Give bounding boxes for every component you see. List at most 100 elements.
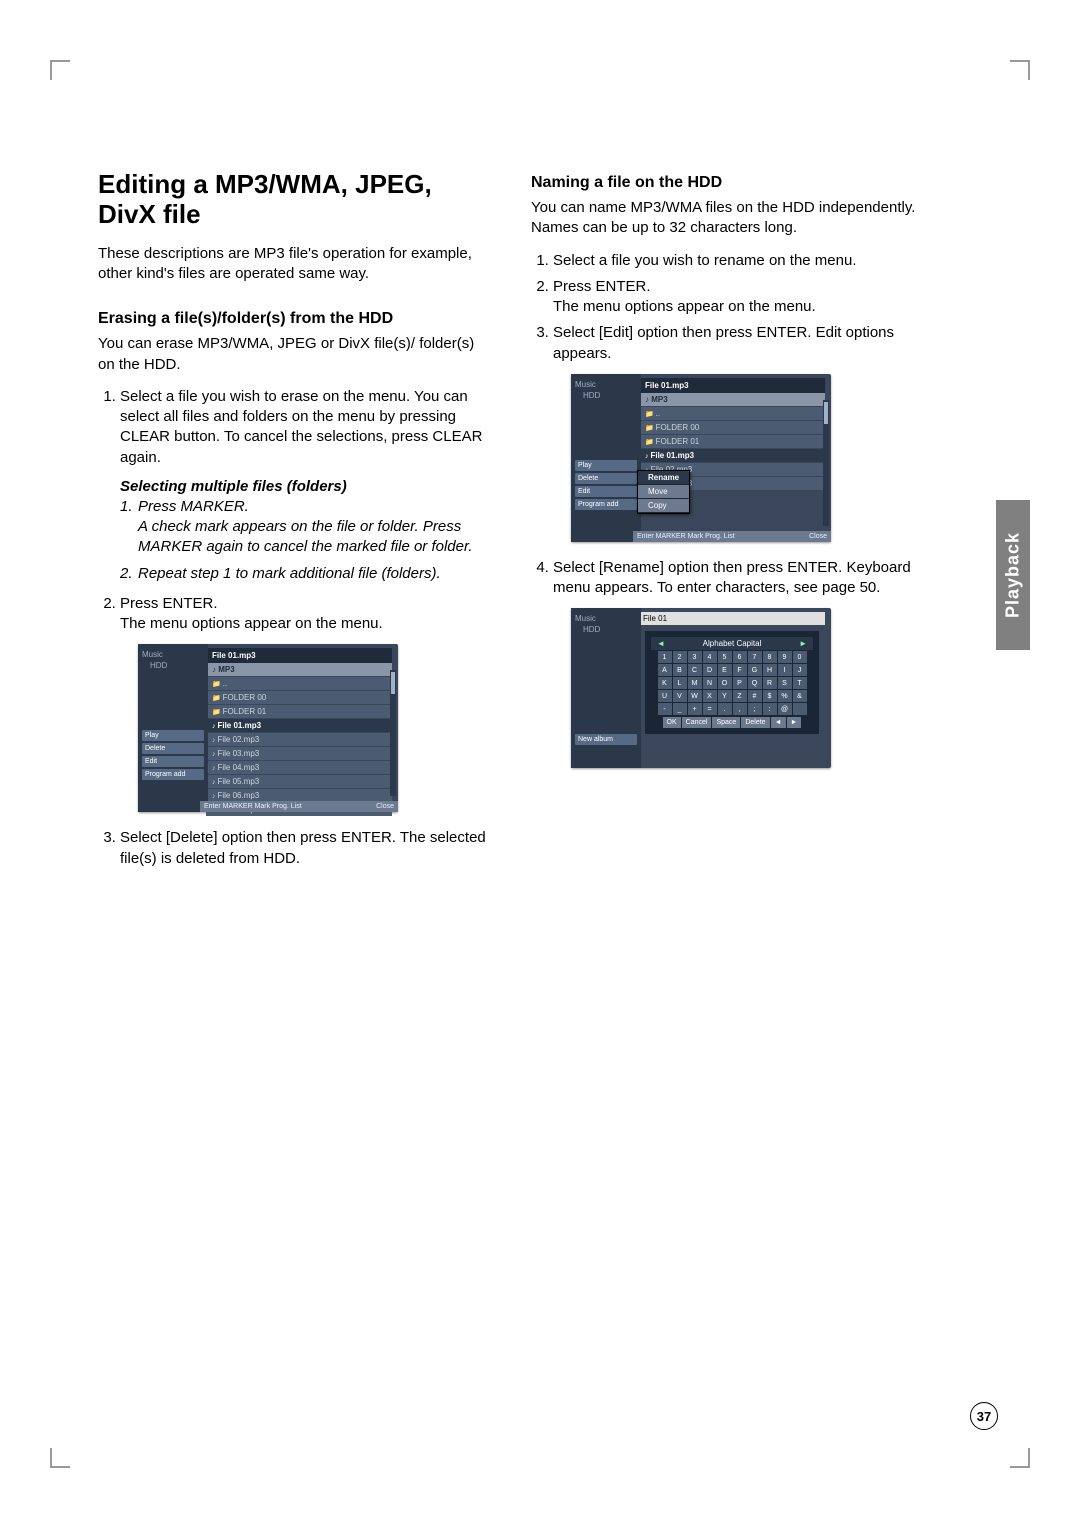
- naming-step-2: Press ENTER. The menu options appear on …: [553, 277, 928, 318]
- shot3-key: P: [733, 677, 747, 689]
- shot1-row: FOLDER 00: [206, 691, 392, 704]
- shot3-key: U: [658, 690, 672, 702]
- shot1-row: File 05.mp3: [206, 775, 392, 788]
- shot1-row: File 04.mp3: [206, 761, 392, 774]
- naming-step-2a: Press ENTER.: [553, 278, 651, 295]
- shot3-kb-btn: Space: [712, 717, 740, 728]
- shot3-side-music: Music: [575, 614, 637, 623]
- naming-desc: You can name MP3/WMA files on the HDD in…: [531, 198, 928, 239]
- naming-step-3: Select [Edit] option then press ENTER. E…: [553, 323, 928, 364]
- shot3-kb-title: ◄ Alphabet Capital ►: [651, 637, 813, 650]
- shot3-key: ,: [733, 703, 747, 715]
- shot2-row: File 01.mp3: [639, 449, 825, 462]
- naming-step-1: Select a file you wish to rename on the …: [553, 251, 928, 271]
- shot1-row: File 03.mp3: [206, 747, 392, 760]
- shot3-key: .: [718, 703, 732, 715]
- shot3-kb-btn: ►: [787, 717, 802, 728]
- shot1-sidebar: Music HDD PlayDeleteEditProgram add: [138, 644, 208, 812]
- shot3-key: K: [658, 677, 672, 689]
- shot1-side-hdd: HDD: [150, 661, 204, 670]
- shot3-key-row: 1234567890: [651, 651, 813, 663]
- shot3-key: #: [748, 690, 762, 702]
- shot3-key: H: [763, 664, 777, 676]
- shot3-key: :: [763, 703, 777, 715]
- shot3-key: Y: [718, 690, 732, 702]
- shot1-footer-left: Enter MARKER Mark Prog. List: [204, 803, 302, 810]
- shot3-key-row: ABCDEFGHIJ: [651, 664, 813, 676]
- shot3-key: +: [688, 703, 702, 715]
- shot3-key: 0: [793, 651, 807, 663]
- shot3-new-album: New album: [575, 734, 637, 745]
- shot2-sidebar: Music HDD PlayDeleteEditProgram add: [571, 374, 641, 542]
- shot3-key: 8: [763, 651, 777, 663]
- heading-naming: Naming a file on the HDD: [531, 174, 928, 192]
- shot2-popup: RenameMoveCopy: [637, 470, 690, 514]
- shot3-key: 6: [733, 651, 747, 663]
- shot1-footer-right: Close: [376, 803, 394, 810]
- shot3-key: Q: [748, 677, 762, 689]
- crop-mark: [1010, 1448, 1030, 1468]
- shot3-key: R: [763, 677, 777, 689]
- shot2-popup-item: Copy: [638, 499, 689, 512]
- shot3-key-row: UVWXYZ#$%&: [651, 690, 813, 702]
- erase-desc: You can erase MP3/WMA, JPEG or DivX file…: [98, 334, 495, 375]
- shot2-sidebar-btn: Program add: [575, 499, 637, 510]
- shot3-key: 3: [688, 651, 702, 663]
- shot2-popup-item: Rename: [638, 471, 689, 484]
- erase-steps-end: Select [Delete] option then press ENTER.…: [98, 828, 495, 869]
- shot3-key: O: [718, 677, 732, 689]
- arrow-left-icon: ◄: [653, 639, 669, 648]
- shot3-key: A: [658, 664, 672, 676]
- shot3-key: %: [778, 690, 792, 702]
- shot2-footer-right: Close: [809, 533, 827, 540]
- page-title: Editing a MP3/WMA, JPEG, DivX file: [98, 170, 495, 230]
- shot3-key: M: [688, 677, 702, 689]
- shot2-popup-item: Move: [638, 485, 689, 498]
- shot3-kb-btn: ◄: [771, 717, 786, 728]
- shot1-sidebar-btn: Play: [142, 730, 204, 741]
- shot3-key: I: [778, 664, 792, 676]
- shot2-sidebar-btn: Delete: [575, 473, 637, 484]
- screenshot-edit-popup: Music HDD PlayDeleteEditProgram add File…: [571, 374, 831, 542]
- shot3-kb-btn: Delete: [741, 717, 769, 728]
- shot1-sidebar-btn: Delete: [142, 743, 204, 754]
- shot2-footer-left: Enter MARKER Mark Prog. List: [637, 533, 735, 540]
- shot2-sidebar-btn: Edit: [575, 486, 637, 497]
- naming-steps-end: Select [Rename] option then press ENTER.…: [531, 558, 928, 599]
- shot3-key: E: [718, 664, 732, 676]
- shot1-footer: Enter MARKER Mark Prog. List Close: [200, 801, 398, 812]
- crop-mark: [50, 60, 70, 80]
- erase-steps-cont: Press ENTER. The menu options appear on …: [98, 594, 495, 635]
- shot2-side-hdd: HDD: [583, 391, 637, 400]
- shot1-side-music: Music: [142, 650, 204, 659]
- shot3-key: 7: [748, 651, 762, 663]
- section-tab-playback: Playback: [996, 500, 1030, 650]
- shot3-side-hdd: HDD: [583, 625, 637, 634]
- subheading-select-multiple: Selecting multiple files (folders): [120, 478, 495, 495]
- shot1-type: ♪ MP3: [206, 663, 392, 676]
- naming-step-2b: The menu options appear on the menu.: [553, 298, 816, 315]
- shot1-row: File 01.mp3: [206, 719, 392, 732]
- marker-steps: 1.Press MARKER. A check mark appears on …: [120, 497, 495, 584]
- shot2-side-music: Music: [575, 380, 637, 389]
- shot3-key: B: [673, 664, 687, 676]
- shot3-key: V: [673, 690, 687, 702]
- shot3-key: J: [793, 664, 807, 676]
- shot3-input: File 01: [639, 612, 825, 625]
- page-content: Editing a MP3/WMA, JPEG, DivX file These…: [98, 170, 928, 879]
- screenshot-keyboard: Music HDD New album File 01 ◄ Alphabet C…: [571, 608, 831, 768]
- shot3-key-row: -_+=.,;:@: [651, 703, 813, 715]
- shot3-key: _: [673, 703, 687, 715]
- shot3-key-row: KLMNOPQRST: [651, 677, 813, 689]
- shot3-key: S: [778, 677, 792, 689]
- shot1-title: File 01.mp3: [206, 648, 392, 663]
- shot3-key: Z: [733, 690, 747, 702]
- shot3-key: L: [673, 677, 687, 689]
- shot3-main: File 01 ◄ Alphabet Capital ► 1234567890A…: [633, 608, 831, 758]
- shot1-row: FOLDER 01: [206, 705, 392, 718]
- shot3-key: F: [733, 664, 747, 676]
- shot3-kb-btn: OK: [663, 717, 681, 728]
- shot3-key: W: [688, 690, 702, 702]
- erase-step-1: Select a file you wish to erase on the m…: [120, 387, 495, 468]
- marker-step-2: Repeat step 1 to mark additional file (f…: [138, 565, 441, 582]
